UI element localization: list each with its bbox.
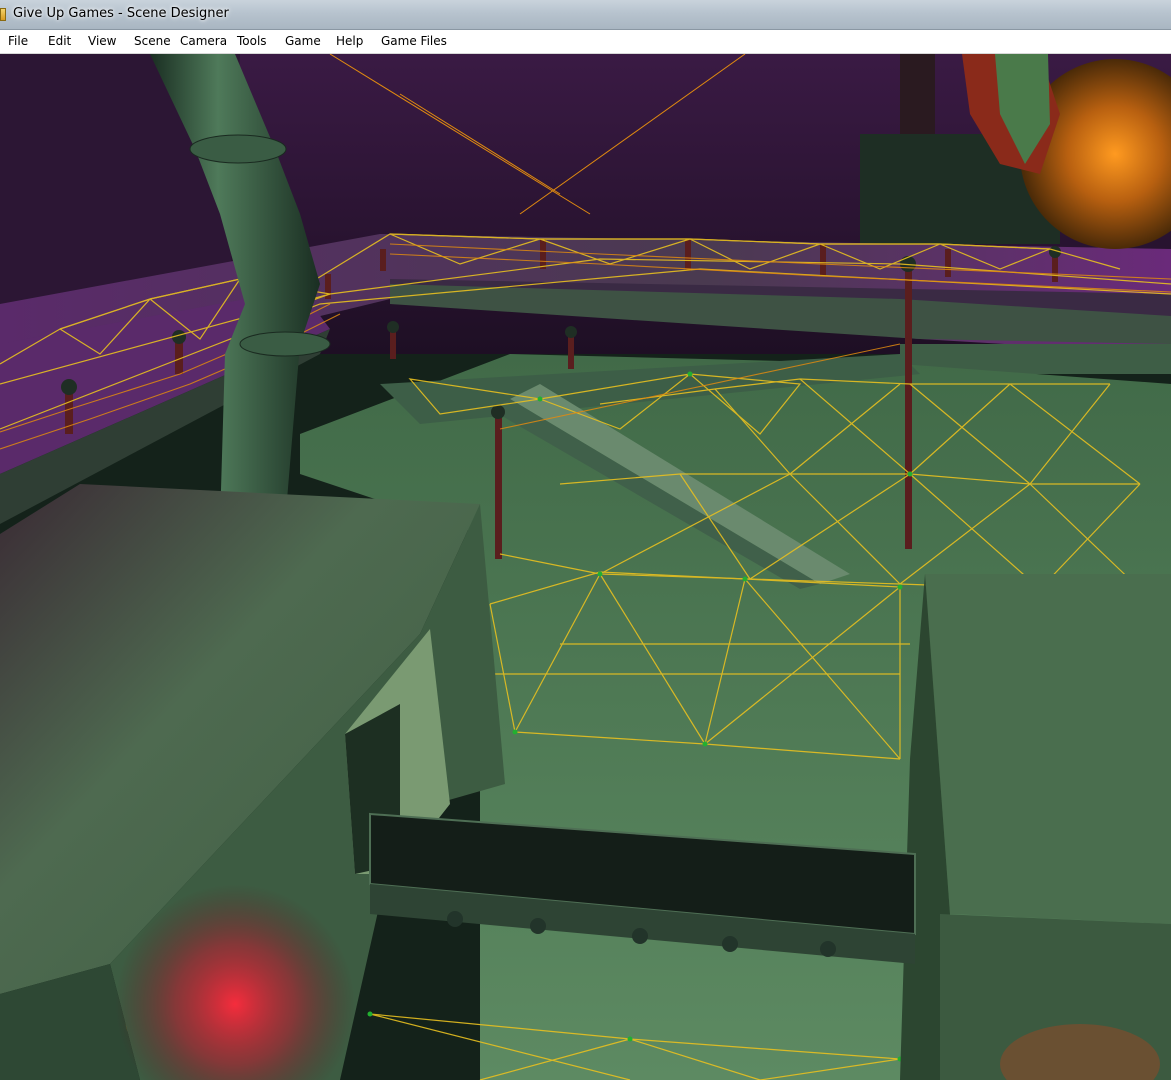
menu-view[interactable]: View [88,34,116,48]
menu-tools[interactable]: Tools [237,34,267,48]
menu-scene[interactable]: Scene [134,34,171,48]
app-icon[interactable] [0,8,6,21]
menu-game[interactable]: Game [285,34,321,48]
window-title: Give Up Games - Scene Designer [13,6,229,21]
menu-camera[interactable]: Camera [180,34,227,48]
scene-render[interactable] [0,54,1171,1080]
menu-help[interactable]: Help [336,34,363,48]
title-bar: Give Up Games - Scene Designer [0,0,1171,30]
right-block-top [925,574,1171,924]
menu-edit[interactable]: Edit [48,34,71,48]
menu-bar: File Edit View Scene Camera Tools Game H… [0,30,1171,54]
scene-viewport[interactable] [0,54,1171,1080]
menu-file[interactable]: File [8,34,28,48]
menu-game-files[interactable]: Game Files [381,34,447,48]
